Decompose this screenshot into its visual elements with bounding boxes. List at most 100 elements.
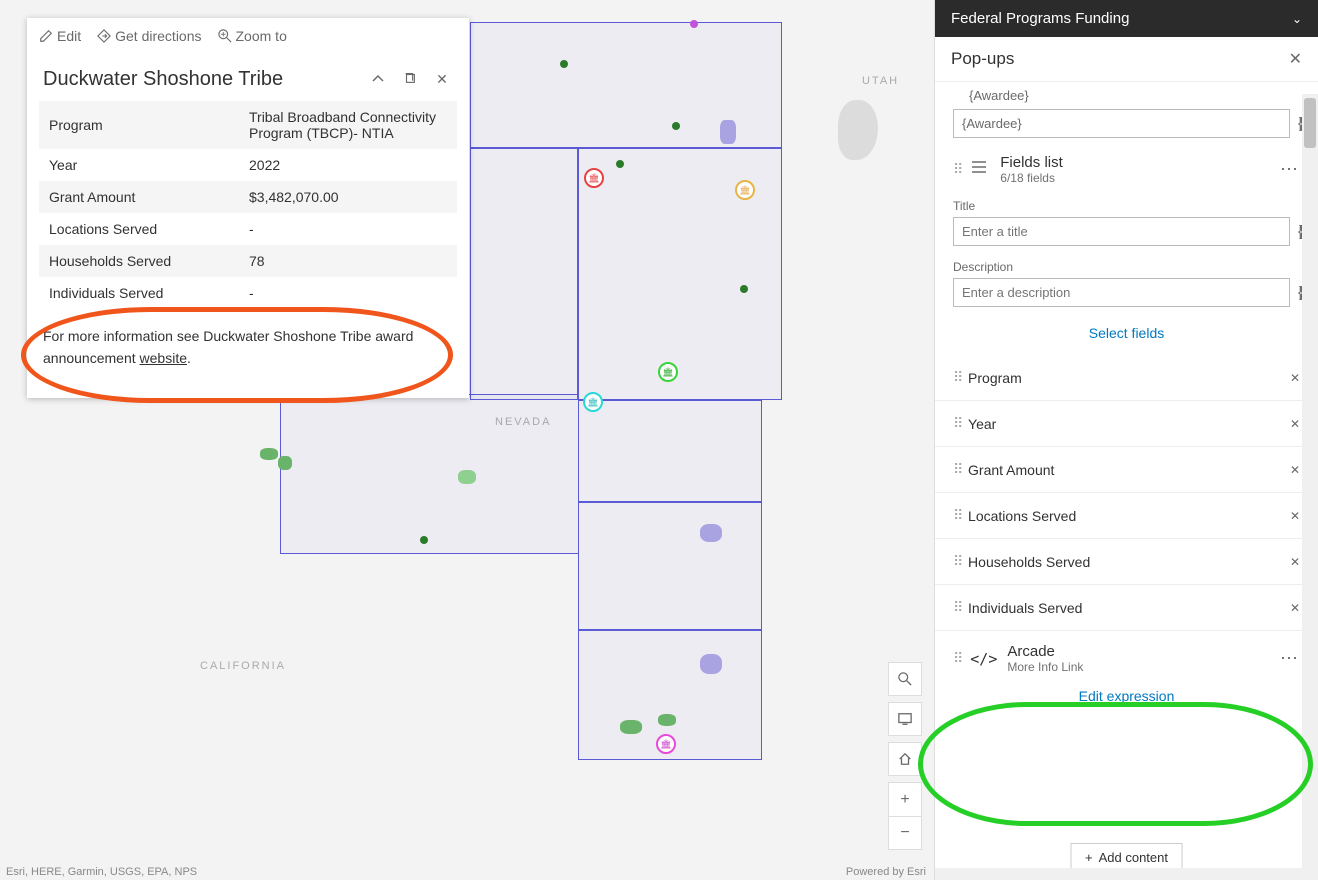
more-menu-button[interactable]: ⋯ [1280,159,1300,180]
field-label: Year [39,149,239,181]
website-link[interactable]: website [140,350,187,366]
chevron-down-icon: ⌄ [1292,12,1302,26]
grip-icon[interactable]: ⠿ [953,415,960,432]
remove-icon[interactable]: ✕ [1290,371,1300,385]
title-label: Title [935,193,1318,217]
table-row: Year2022 [39,149,457,181]
section-title-row: Pop-ups ✕ [935,37,1318,82]
field-row-households[interactable]: ⠿ Households Served ✕ [935,539,1318,585]
field-value: - [239,277,457,309]
grip-icon[interactable]: ⠿ [953,599,960,616]
grip-icon[interactable]: ⠿ [953,650,960,667]
scrollbar-thumb[interactable] [1304,98,1316,148]
directions-label: Get directions [115,28,201,44]
edit-expression-link[interactable]: Edit expression [935,678,1318,720]
grip-icon[interactable]: ⠿ [953,553,960,570]
grip-icon[interactable]: ⠿ [953,507,960,524]
field-name: Households Served [968,554,1090,570]
field-row-year[interactable]: ⠿ Year ✕ [935,401,1318,447]
popup: Edit Get directions Zoom to Duckwater Sh… [27,18,469,398]
zoomto-label: Zoom to [236,28,287,44]
select-fields-link[interactable]: Select fields [935,315,1318,355]
zoom-out-button[interactable]: − [888,816,922,850]
home-button[interactable] [888,742,922,776]
title-input[interactable] [953,217,1290,246]
code-icon: </> [970,650,997,668]
field-name: Year [968,416,996,432]
field-row-individuals[interactable]: ⠿ Individuals Served✕ [935,585,1318,631]
plus-icon: + [1085,850,1093,865]
panel-header[interactable]: Federal Programs Funding ⌄ [935,0,1318,37]
screen-button[interactable] [888,702,922,736]
grip-icon[interactable]: ⠿ [953,461,960,478]
zoom-icon [218,29,232,43]
grip-icon[interactable]: ⠿ [953,369,960,386]
map-marker-orange[interactable]: 🏛 [735,180,755,200]
field-row-locations[interactable]: ⠿ Locations Served ✕ [935,493,1318,539]
map-label-california: CALIFORNIA [200,660,286,672]
more-menu-button[interactable]: ⋯ [1280,648,1300,669]
panel-scrollbar[interactable] [1302,94,1318,880]
fields-list-icon [970,158,990,181]
add-content-button[interactable]: + Add content [1070,843,1183,868]
brace-button[interactable]: { } [1298,115,1300,132]
awardee-input[interactable] [953,109,1290,138]
field-name: Grant Amount [968,462,1054,478]
edit-button[interactable]: Edit [39,28,81,44]
search-button[interactable] [888,662,922,696]
remove-icon[interactable]: ✕ [1290,509,1300,523]
remove-icon[interactable]: ✕ [1290,555,1300,569]
field-value: - [239,213,457,245]
field-label: Households Served [39,245,239,277]
awardee-label: {Awardee} [935,88,1318,103]
map-marker-cyan[interactable]: 🏛 [583,392,603,412]
zoom-in-button[interactable]: + [888,782,922,816]
fields-list-title: Fields list [1000,154,1063,171]
arcade-block[interactable]: ⠿ </> Arcade More Info Link ⋯ [935,631,1318,678]
field-label: Locations Served [39,213,239,245]
note-prefix: For more information see Duckwater Shosh… [43,328,413,366]
brace-button[interactable]: { } [1298,223,1300,240]
fields-list-header[interactable]: ⠿ Fields list 6/18 fields ⋯ [935,146,1318,193]
note-suffix: . [187,350,191,366]
dock-icon[interactable] [399,71,421,88]
field-row-grant[interactable]: ⠿ Grant Amount ✕ [935,447,1318,493]
field-label: Program [39,101,239,149]
panel-close-icon[interactable]: ✕ [1289,49,1302,69]
brace-button[interactable]: { } [1298,284,1300,301]
section-title: Pop-ups [951,49,1014,69]
description-input[interactable] [953,278,1290,307]
field-value: Tribal Broadband Connectivity Program (T… [239,101,457,149]
directions-button[interactable]: Get directions [97,28,201,44]
field-value: 2022 [239,149,457,181]
config-panel: Federal Programs Funding ⌄ Pop-ups ✕ {Aw… [934,0,1318,880]
description-label: Description [935,254,1318,278]
popup-fields-table: ProgramTribal Broadband Connectivity Pro… [39,101,457,309]
table-row: ProgramTribal Broadband Connectivity Pro… [39,101,457,149]
remove-icon[interactable]: ✕ [1290,463,1300,477]
field-row-program[interactable]: ⠿ Program✕ [935,355,1318,401]
map-marker-green[interactable]: 🏛 [658,362,678,382]
field-name: Locations Served [968,508,1076,524]
map-powered: Powered by Esri [846,866,926,878]
field-label: Individuals Served [39,277,239,309]
map-marker-magenta[interactable]: 🏛 [656,734,676,754]
table-row: Households Served78 [39,245,457,277]
collapse-icon[interactable] [367,72,389,88]
close-icon[interactable]: ✕ [431,71,453,88]
arcade-title: Arcade [1007,643,1083,660]
popup-header: Duckwater Shoshone Tribe ✕ [27,54,469,101]
fields-list-subtitle: 6/18 fields [1000,171,1063,185]
zoomto-button[interactable]: Zoom to [218,28,287,44]
popup-title: Duckwater Shoshone Tribe [43,68,357,91]
map-marker-red[interactable]: 🏛 [584,168,604,188]
table-row: Grant Amount$3,482,070.00 [39,181,457,213]
remove-icon[interactable]: ✕ [1290,417,1300,431]
pencil-icon [39,29,53,43]
grip-icon[interactable]: ⠿ [953,161,960,178]
map-tools: + − [888,662,922,856]
field-label: Grant Amount [39,181,239,213]
directions-icon [97,29,111,43]
panel-body: {Awardee} { } ⠿ Fields list 6/18 fields … [935,82,1318,868]
remove-icon[interactable]: ✕ [1290,601,1300,615]
